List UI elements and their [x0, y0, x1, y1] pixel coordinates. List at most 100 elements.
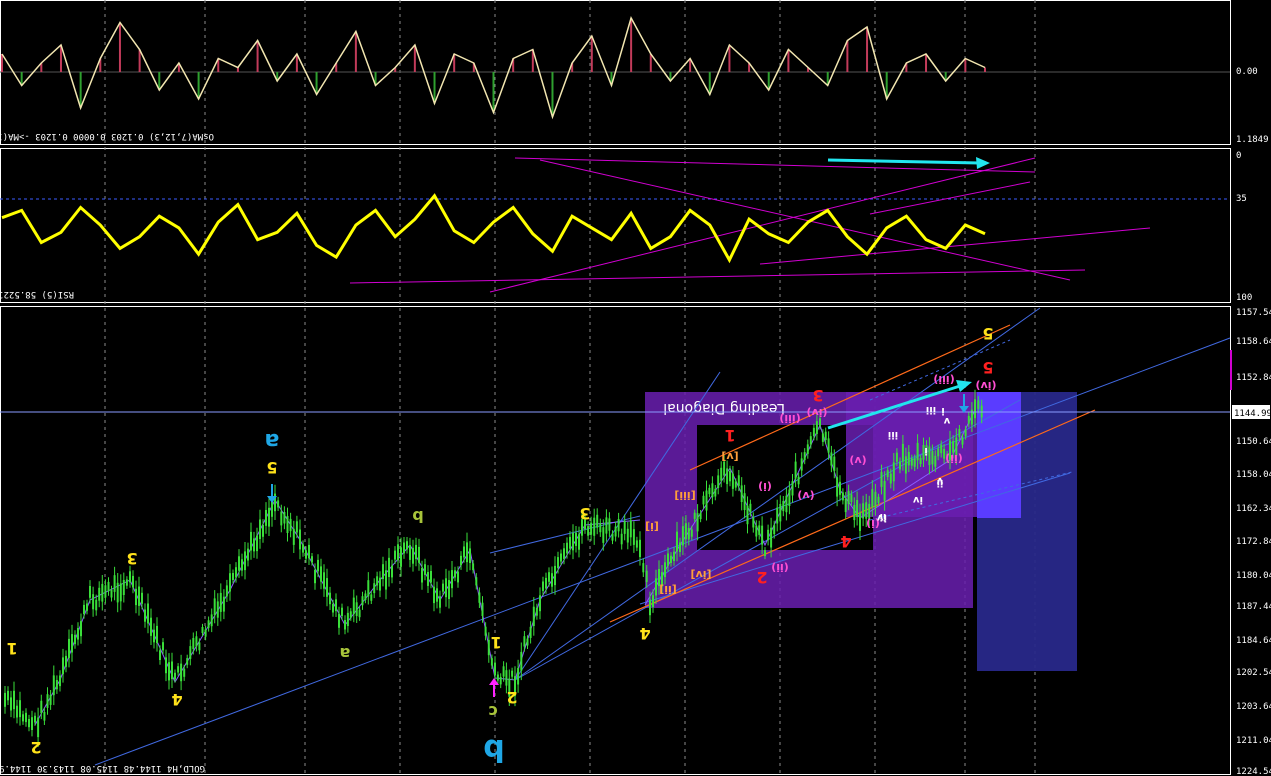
- candle-body: [95, 599, 98, 611]
- candle-body: [394, 550, 396, 560]
- candle-body: [859, 512, 861, 531]
- candle-body: [101, 583, 104, 602]
- candle-body: [605, 517, 608, 534]
- candle-body: [19, 700, 21, 718]
- candle-body: [219, 592, 222, 612]
- current-price-label: 1144.99: [1234, 409, 1271, 419]
- candle-body: [499, 677, 502, 685]
- wave-label-yellow: 3: [126, 549, 137, 568]
- candle-body: [250, 531, 252, 551]
- candle-body: [141, 592, 143, 604]
- candle-body: [144, 609, 146, 622]
- wave-label-yellow: 4: [171, 690, 182, 709]
- candle-body: [827, 438, 830, 453]
- wave-label-orange: [iii]: [674, 489, 695, 502]
- candle-body: [554, 565, 556, 586]
- candle-body: [216, 601, 219, 618]
- candle-body: [46, 694, 49, 708]
- candle-body: [899, 461, 901, 470]
- candle-body: [913, 458, 916, 467]
- candle-body: [649, 599, 651, 616]
- wave-label-yellow: 1: [490, 633, 501, 652]
- candle-body: [673, 551, 675, 561]
- rsi-title: RSI(5) 58.5221: [0, 289, 74, 299]
- candle-body: [916, 442, 919, 461]
- candle-body: [418, 546, 420, 563]
- wave-label-olive: a: [340, 644, 351, 663]
- candle-body: [382, 564, 384, 579]
- candle-body: [232, 573, 234, 580]
- candle-body: [821, 433, 824, 442]
- candle-body: [791, 481, 794, 496]
- candle-body: [55, 680, 58, 690]
- wave-label-pink: (iv): [807, 406, 828, 419]
- candle-body: [338, 613, 340, 628]
- candle-body: [280, 511, 283, 526]
- candle-body: [469, 548, 471, 563]
- chart-canvas: OsMA(7,12,3) 0.1203 0.0000 0.1203 ->MA(1…: [0, 0, 1271, 776]
- candle-body: [150, 617, 152, 636]
- candle-body: [599, 523, 602, 533]
- candle-body: [77, 628, 79, 640]
- candle-body: [755, 525, 758, 537]
- wave-label-pink: (i): [758, 480, 772, 493]
- price-tick: 1152.84: [1236, 373, 1271, 383]
- candle-body: [346, 612, 349, 626]
- candle-body: [132, 575, 134, 588]
- candle-body: [286, 516, 289, 533]
- candle-body: [326, 578, 328, 597]
- candle-body: [415, 544, 417, 560]
- candle-body: [329, 592, 331, 605]
- candle-body: [355, 602, 358, 616]
- candle-body: [961, 437, 964, 445]
- candle-body: [645, 570, 648, 583]
- candle-body: [358, 609, 361, 618]
- wave-label-red: 2: [756, 568, 767, 587]
- candle-body: [623, 520, 626, 534]
- candle-body: [159, 650, 161, 660]
- wave-label-yellow: 5: [982, 324, 993, 343]
- candle-body: [490, 658, 493, 666]
- candle-body: [37, 717, 40, 738]
- candle-body: [812, 427, 815, 437]
- wave-label-white: ii: [937, 477, 944, 488]
- candle-body: [235, 567, 237, 578]
- candle-body: [352, 597, 355, 614]
- wave-label-white: iii: [888, 429, 898, 440]
- candle-body: [635, 540, 638, 548]
- candle-body: [341, 607, 343, 616]
- candle-body: [494, 662, 496, 676]
- candle-body: [836, 477, 839, 497]
- candle-body: [743, 493, 746, 510]
- candle-body: [850, 494, 853, 502]
- rsi-tick-0: 0: [1236, 151, 1241, 161]
- candle-body: [391, 565, 393, 578]
- candle-body: [839, 481, 841, 495]
- candle-body: [305, 550, 307, 559]
- candle-body: [189, 646, 192, 659]
- candle-body: [308, 544, 310, 559]
- candle-body: [815, 421, 818, 434]
- osma-tick-zero: 0.00: [1236, 67, 1258, 77]
- candle-body: [523, 636, 526, 647]
- candle-body: [403, 542, 405, 554]
- candle-body: [892, 462, 895, 482]
- candle-body: [283, 512, 286, 524]
- candle-body: [299, 529, 301, 550]
- candle-body: [442, 583, 444, 592]
- candle-body: [614, 526, 617, 537]
- candle-body: [717, 475, 720, 488]
- candle-body: [794, 461, 797, 479]
- candle-body: [129, 571, 131, 583]
- candle-body: [210, 614, 213, 627]
- candle-body: [168, 662, 170, 681]
- candle-body: [626, 528, 629, 543]
- candle-body: [122, 580, 125, 595]
- candle-body: [153, 629, 155, 643]
- candle-body: [277, 500, 280, 508]
- wave-label-pink: (iii): [933, 373, 954, 386]
- candle-body: [116, 582, 119, 603]
- candle-body: [34, 715, 36, 723]
- candle-body: [22, 714, 24, 722]
- leading-diagonal-label: Leading Diagonal: [663, 400, 785, 416]
